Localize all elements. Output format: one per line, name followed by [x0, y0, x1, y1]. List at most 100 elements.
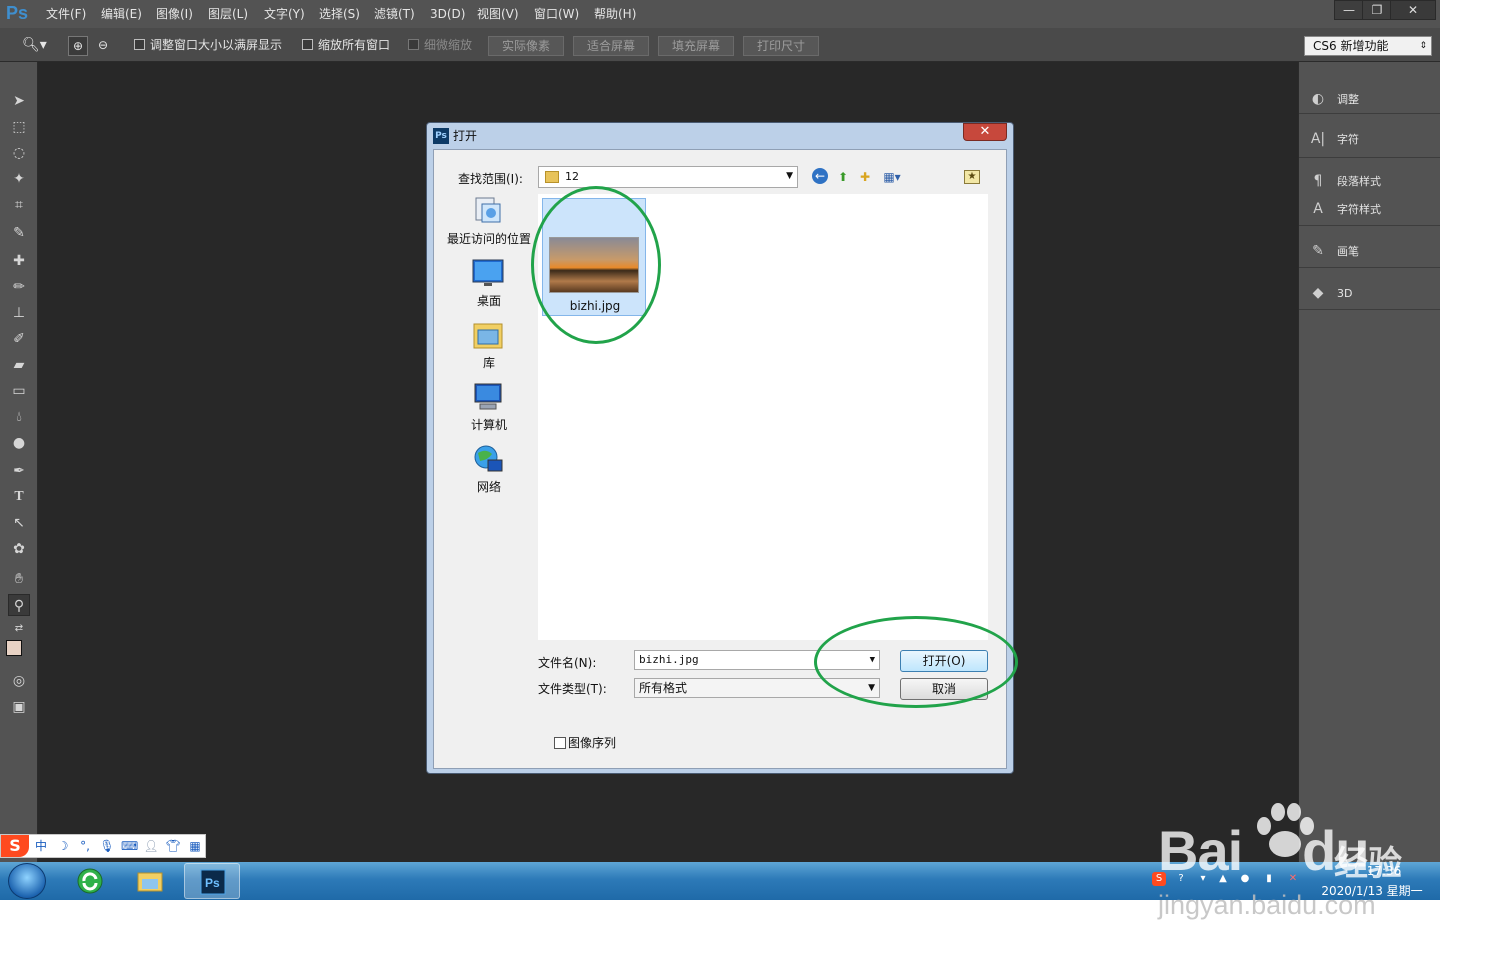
view-menu-icon[interactable]: ▦▾	[878, 168, 906, 186]
chinese-mode-icon[interactable]: 中	[33, 838, 49, 854]
3d-label: 3D	[1337, 287, 1353, 300]
place-computer[interactable]: 计算机	[444, 382, 534, 440]
character-styles-row[interactable]: A 字符样式	[1309, 198, 1381, 220]
menu-help[interactable]: 帮助(H)	[594, 0, 636, 28]
hand-tool-icon[interactable]: ✋︎	[8, 568, 30, 590]
marquee-tool-icon[interactable]: ⬚	[8, 116, 30, 138]
lasso-tool-icon[interactable]: ◌	[8, 142, 30, 164]
move-tool-icon[interactable]: ➤	[8, 90, 30, 112]
zoom-out-icon[interactable]: ⊖	[94, 36, 112, 54]
toolbox-icon[interactable]: ▦	[187, 838, 203, 854]
up-folder-icon[interactable]: ⬆	[834, 168, 852, 186]
favorite-folder-icon[interactable]: ★	[964, 170, 980, 184]
screen-mode-icon[interactable]: ▣	[8, 696, 30, 718]
swap-colors-icon[interactable]: ⇄	[8, 618, 30, 640]
dodge-tool-icon[interactable]: ●	[8, 432, 30, 454]
dialog-titlebar[interactable]: Ps 打开 ✕	[427, 123, 1013, 149]
eraser-tool-icon[interactable]: ▰	[8, 354, 30, 376]
workspace-select[interactable]: CS6 新增功能 ⇕	[1304, 36, 1432, 56]
menu-filter[interactable]: 滤镜(T)	[374, 0, 415, 28]
taskbar-photoshop[interactable]: Ps	[184, 863, 240, 899]
healing-brush-icon[interactable]: ✚	[8, 250, 30, 272]
crop-tool-icon[interactable]: ⌗	[8, 194, 30, 216]
resize-windows-label: 调整窗口大小以满屏显示	[150, 38, 283, 52]
fit-screen-button[interactable]: 适合屏幕	[573, 36, 649, 56]
menu-type[interactable]: 文字(Y)	[264, 0, 305, 28]
fill-screen-button[interactable]: 填充屏幕	[658, 36, 734, 56]
updown-arrow-icon: ⇕	[1419, 41, 1427, 51]
sogou-logo-icon[interactable]: S	[1, 835, 29, 857]
restore-button[interactable]: ❐	[1362, 0, 1392, 20]
place-library[interactable]: 库	[444, 320, 534, 378]
minimize-button[interactable]: —	[1334, 0, 1364, 20]
new-folder-icon[interactable]: ✚	[856, 168, 874, 186]
chevron-down-icon: ▼	[786, 171, 793, 181]
zoom-tool-icon[interactable]: 🔍︎▾	[22, 36, 47, 54]
menu-layer[interactable]: 图层(L)	[208, 0, 248, 28]
place-network[interactable]: 网络	[444, 444, 534, 502]
workspace-value: CS6 新增功能	[1313, 39, 1389, 53]
pen-tool-icon[interactable]: ✒	[8, 460, 30, 482]
type-tool-icon[interactable]: T	[8, 486, 30, 508]
menu-edit[interactable]: 编辑(E)	[101, 0, 142, 28]
filetype-label: 文件类型(T):	[538, 682, 607, 696]
taskbar-browser[interactable]	[62, 863, 118, 899]
place-desktop[interactable]: 桌面	[444, 258, 534, 316]
user-icon[interactable]: 👤︎	[143, 838, 159, 854]
paragraph-styles-icon: ¶	[1313, 173, 1323, 189]
folder-icon	[545, 171, 559, 183]
resize-windows-checkbox[interactable]: 调整窗口大小以满屏显示	[134, 36, 282, 54]
place-recent[interactable]: 最近访问的位置	[444, 196, 534, 254]
panel-3d[interactable]: ◆ 3D	[1299, 270, 1440, 310]
skin-icon[interactable]: 👕︎	[165, 838, 181, 854]
punctuation-icon[interactable]: °,	[77, 838, 93, 854]
look-in-combo[interactable]: 12 ▼	[538, 166, 798, 188]
menu-image[interactable]: 图像(I)	[156, 0, 193, 28]
menu-select[interactable]: 选择(S)	[319, 0, 360, 28]
place-network-label: 网络	[476, 480, 501, 494]
brush-tool-icon[interactable]: ✏	[8, 276, 30, 298]
menu-3d[interactable]: 3D(D)	[430, 0, 465, 28]
recent-places-icon	[472, 196, 504, 226]
menu-file[interactable]: 文件(F)	[46, 0, 86, 28]
zoom-tool-icon[interactable]: ⚲	[8, 594, 30, 616]
taskbar-explorer[interactable]	[122, 863, 178, 899]
place-library-label: 库	[482, 356, 495, 370]
zoom-in-icon[interactable]: ⊕	[68, 36, 88, 56]
zoom-all-windows-checkbox[interactable]: 缩放所有窗口	[302, 36, 390, 54]
computer-icon	[472, 382, 504, 412]
panel-adjustments[interactable]: ◐ 调整	[1299, 72, 1440, 114]
panel-character[interactable]: A| 字符	[1299, 116, 1440, 158]
quick-mask-icon[interactable]: ◎	[8, 670, 30, 692]
path-select-icon[interactable]: ↖	[8, 512, 30, 534]
gradient-tool-icon[interactable]: ▭	[8, 380, 30, 402]
start-button-icon[interactable]	[8, 863, 46, 899]
dialog-close-button[interactable]: ✕	[963, 123, 1007, 141]
stamp-tool-icon[interactable]: ⊥	[8, 302, 30, 324]
close-button[interactable]: ✕	[1390, 0, 1436, 20]
actual-pixels-button[interactable]: 实际像素	[488, 36, 564, 56]
photoshop-icon: Ps	[199, 868, 227, 896]
eyedropper-icon[interactable]: ✎	[8, 222, 30, 244]
history-brush-icon[interactable]: ✐	[8, 328, 30, 350]
menu-window[interactable]: 窗口(W)	[534, 0, 579, 28]
panel-brush[interactable]: ✎ 画笔	[1299, 228, 1440, 268]
blur-tool-icon[interactable]: 💧︎	[8, 406, 30, 428]
moon-icon[interactable]: ☽	[55, 838, 71, 854]
keyboard-icon[interactable]: ⌨	[121, 838, 138, 854]
microphone-icon[interactable]: 🎙︎	[99, 838, 115, 854]
image-sequence-checkbox[interactable]: 图像序列	[554, 734, 616, 751]
options-bar: 🔍︎▾ ⊕ ⊖ 调整窗口大小以满屏显示 缩放所有窗口 细微缩放 实际像素 适合屏…	[0, 28, 1440, 62]
foreground-color-swatch[interactable]	[6, 640, 22, 656]
shape-tool-icon[interactable]: ✿	[8, 538, 30, 560]
scrubby-zoom-checkbox[interactable]: 细微缩放	[408, 36, 472, 54]
brush-label: 画笔	[1337, 245, 1359, 258]
scrubby-zoom-label: 细微缩放	[424, 38, 473, 52]
filename-label: 文件名(N):	[538, 656, 597, 670]
magic-wand-icon[interactable]: ✦	[8, 168, 30, 190]
menu-view[interactable]: 视图(V)	[477, 0, 519, 28]
photoshop-window: Ps 文件(F) 编辑(E) 图像(I) 图层(L) 文字(Y) 选择(S) 滤…	[0, 0, 1440, 862]
print-size-button[interactable]: 打印尺寸	[743, 36, 819, 56]
back-icon[interactable]: ←	[812, 168, 828, 184]
paragraph-styles-row[interactable]: ¶ 段落样式	[1309, 170, 1381, 192]
